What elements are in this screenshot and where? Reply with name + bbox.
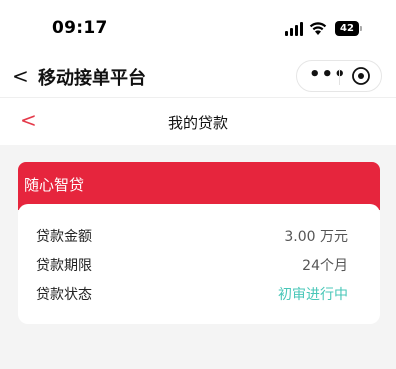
more-icon[interactable]: ••• [309, 64, 347, 85]
battery-icon: 42 [335, 21, 363, 36]
mini-program-nav-bar: < 移动接单平台 ••• [0, 56, 396, 96]
loan-term-row: 贷款期限 24个月 [36, 255, 348, 277]
capsule-menu: ••• [296, 60, 382, 92]
loan-status-value: 初审进行中 [278, 287, 348, 303]
status-bar: 09:17 42 [0, 0, 396, 56]
loan-term-value: 24个月 [302, 258, 348, 274]
page-title: 我的贷款 [167, 114, 228, 132]
nav-title: 移动接单平台 [38, 68, 146, 89]
loan-amount-label: 贷款金额 [36, 229, 92, 245]
loan-term-label: 贷款期限 [36, 258, 92, 274]
loan-amount-row: 贷款金额 3.00 万元 [36, 226, 348, 248]
page-content: 随心智贷 贷款金额 3.00 万元 贷款期限 24个月 贷款状态 初审进行中 [0, 145, 396, 369]
wifi-icon [309, 22, 327, 35]
loan-status-row: 贷款状态 初审进行中 [36, 284, 348, 306]
loan-card-body: 贷款金额 3.00 万元 贷款期限 24个月 贷款状态 初审进行中 [18, 204, 380, 324]
capsule-divider [339, 69, 340, 85]
loan-status-label: 贷款状态 [36, 287, 92, 303]
page-header: < 我的贷款 [0, 97, 396, 145]
status-time: 09:17 [52, 18, 108, 38]
nav-back-button[interactable]: < [12, 64, 29, 88]
battery-level: 42 [340, 23, 354, 34]
loan-amount-value: 3.00 万元 [284, 229, 348, 245]
loan-card[interactable]: 随心智贷 贷款金额 3.00 万元 贷款期限 24个月 贷款状态 初审进行中 [18, 162, 380, 324]
loan-card-header: 随心智贷 [18, 162, 380, 210]
loan-product-name: 随心智贷 [24, 176, 85, 194]
signal-icon [285, 22, 303, 36]
close-circle-icon[interactable] [351, 66, 371, 86]
